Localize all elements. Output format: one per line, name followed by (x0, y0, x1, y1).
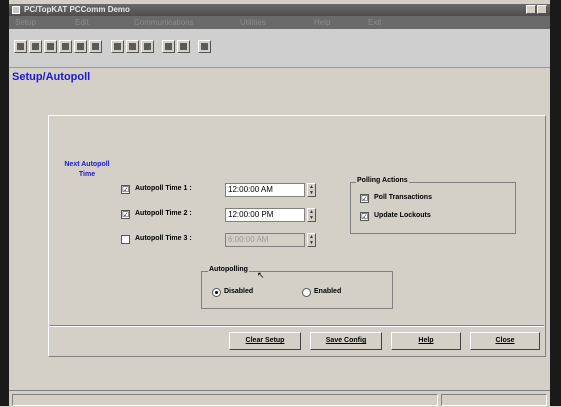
window-title: PC/TopKAT PCComm Demo (24, 5, 130, 14)
status-pane-main (12, 394, 438, 406)
autopoll-time-1-label: Autopoll Time 1 : (135, 185, 192, 192)
disabled-radio-label: Disabled (224, 288, 254, 295)
close-window-button[interactable] (537, 5, 547, 14)
status-pane-secondary (441, 394, 547, 406)
autopoll-time-3-label: Autopoll Time 3 : (135, 235, 192, 242)
grid-icon[interactable] (14, 40, 27, 53)
title-bar: PC/TopKAT PCComm Demo (9, 4, 550, 16)
polling-actions-group (350, 182, 516, 234)
mouse-cursor-icon: ↖ (257, 270, 265, 280)
app-icon (12, 6, 20, 14)
autopoll-time-2-checkbox[interactable]: ☑ (121, 210, 130, 219)
menu-bar: Setup Edit Communications Utilities Help… (9, 16, 550, 29)
menu-help[interactable]: Help (314, 18, 330, 27)
disabled-radio[interactable] (212, 288, 221, 297)
update-lockouts-checkbox[interactable]: ☑ (360, 212, 369, 221)
minimize-button[interactable] (526, 5, 536, 14)
help-button[interactable]: Help (391, 332, 461, 350)
page-icon[interactable] (198, 40, 211, 53)
window-frame-right (550, 0, 561, 406)
status-bar (9, 390, 550, 407)
autopoll-time-2-spinner[interactable]: ▲ ▼ (307, 208, 316, 222)
menu-edit[interactable]: Edit (75, 18, 89, 27)
autopoll-time-1-spinner[interactable]: ▲ ▼ (307, 183, 316, 197)
graph-icon[interactable] (74, 40, 87, 53)
clear-setup-button[interactable]: Clear Setup (229, 332, 301, 350)
menu-setup[interactable]: Setup (15, 18, 36, 27)
chart-icon[interactable] (44, 40, 57, 53)
enabled-radio-label: Enabled (314, 288, 342, 295)
autopoll-time-1-checkbox[interactable]: ☑ (121, 185, 130, 194)
update-lockouts-label: Update Lockouts (374, 212, 431, 219)
magnify-icon[interactable] (141, 40, 154, 53)
house-icon[interactable] (111, 40, 124, 53)
page-title: Setup/Autopoll (12, 71, 91, 83)
book-icon[interactable] (177, 40, 190, 53)
flag-icon[interactable] (59, 40, 72, 53)
next-autopoll-label: Next Autopoll Time (64, 161, 110, 178)
building-icon[interactable] (126, 40, 139, 53)
list-icon[interactable] (29, 40, 42, 53)
autopoll-time-2-field[interactable]: 12:00:00 PM (225, 208, 305, 222)
enabled-radio[interactable] (302, 288, 311, 297)
poll-transactions-checkbox[interactable]: ☑ (360, 194, 369, 203)
polling-actions-title: Polling Actions (356, 177, 409, 184)
menu-exit[interactable]: Exit (368, 18, 381, 27)
circle-icon[interactable] (89, 40, 102, 53)
autopoll-time-1-field[interactable]: 12:00:00 AM (225, 183, 305, 197)
autopoll-time-3-checkbox[interactable] (121, 235, 130, 244)
autopoll-time-3-spinner[interactable]: ▲ ▼ (307, 233, 316, 247)
autopoll-time-3-field[interactable]: 6:00:00 AM (225, 233, 305, 247)
table-icon[interactable] (162, 40, 175, 53)
menu-utilities[interactable]: Utilities (240, 18, 266, 27)
window-frame-left (0, 0, 9, 406)
poll-transactions-label: Poll Transactions (374, 194, 432, 201)
button-separator (50, 325, 544, 327)
autopoll-time-2-label: Autopoll Time 2 : (135, 210, 192, 217)
save-config-button[interactable]: Save Config (310, 332, 382, 350)
close-button[interactable]: Close (470, 332, 540, 350)
menu-communications[interactable]: Communications (134, 18, 194, 27)
autopolling-title: Autopolling (208, 266, 249, 273)
